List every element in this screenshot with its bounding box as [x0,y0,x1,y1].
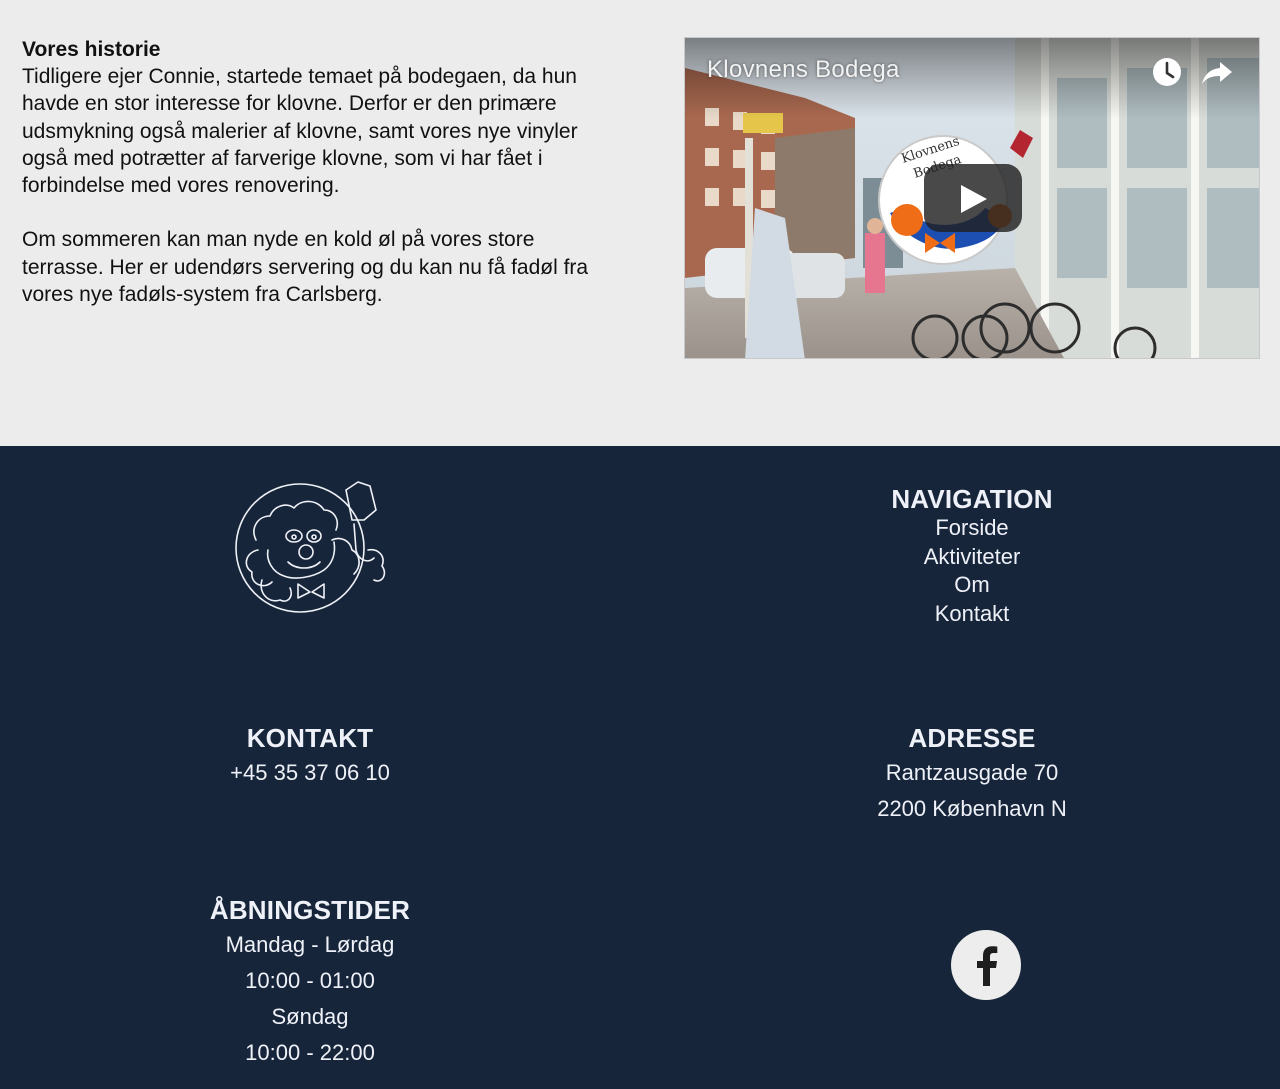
hours-sunday-label: Søndag [271,1004,349,1029]
opening-hours-column: ÅBNINGSTIDER Mandag - Lørdag 10:00 - 01:… [160,895,460,1071]
play-icon [961,185,987,213]
story-heading: Vores historie [22,38,161,61]
clock-icon[interactable] [1149,54,1185,90]
navigation-column: NAVIGATION Forside Aktiviteter Om Kontak… [872,484,1072,629]
story-paragraph-1: Tidligere ejer Connie, startede temaet p… [22,65,578,198]
navigation-heading: NAVIGATION [891,484,1053,514]
share-icon[interactable] [1199,54,1235,90]
hours-weekday-label: Mandag - Lørdag [225,932,395,957]
play-button[interactable] [924,164,1022,232]
kontakt-column: KONTAKT +45 35 37 06 10 [160,723,460,791]
story-text: Vores historie Tidligere ejer Connie, st… [22,36,612,335]
kontakt-heading: KONTAKT [246,723,374,753]
phone-number[interactable]: +45 35 37 06 10 [160,755,460,791]
adresse-heading: ADRESSE [908,723,1036,753]
video-title: Klovnens Bodega [707,56,900,83]
address-street: Rantzausgade 70 [885,760,1059,785]
adresse-column: ADRESSE Rantzausgade 70 2200 København N [822,723,1122,827]
nav-link-forside[interactable]: Forside [872,514,1072,543]
hours-weekday-time: 10:00 - 01:00 [245,968,375,993]
nav-link-aktiviteter[interactable]: Aktiviteter [872,543,1072,572]
address-city: 2200 København N [877,796,1067,821]
facebook-icon [977,946,998,986]
hours-sunday-time: 10:00 - 22:00 [245,1040,375,1065]
story-section: Vores historie Tidligere ejer Connie, st… [0,0,1280,446]
nav-link-om[interactable]: Om [872,571,1072,600]
nav-link-kontakt[interactable]: Kontakt [872,600,1072,629]
facebook-button[interactable] [951,930,1021,1000]
story-paragraph-2: Om sommeren kan man nyde en kold øl på v… [22,228,589,307]
opening-hours-heading: ÅBNINGSTIDER [209,895,411,925]
video-embed[interactable]: Klovnens Bodega Klovnens Bodega [684,37,1260,359]
site-footer: NAVIGATION Forside Aktiviteter Om Kontak… [0,446,1280,1089]
clown-logo-icon[interactable] [228,480,394,616]
